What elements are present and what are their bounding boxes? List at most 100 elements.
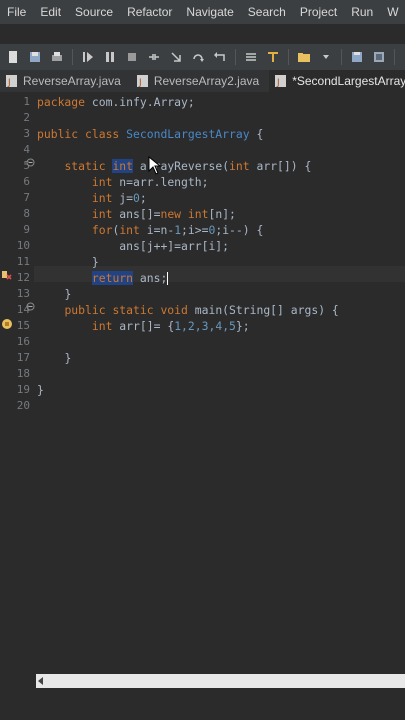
code-token: SecondLargestArray [126, 127, 250, 141]
code-token: } [64, 351, 72, 365]
console-icon[interactable] [370, 48, 388, 66]
menu-navigate[interactable]: Navigate [179, 0, 240, 24]
code-token: for [91, 223, 113, 237]
line-number: 7 [23, 191, 30, 204]
line-number: 17 [16, 351, 30, 364]
code-token: j= [112, 191, 134, 205]
code-line-13: } [37, 286, 71, 302]
menu-edit[interactable]: Edit [33, 0, 68, 24]
line-number: 19 [16, 383, 30, 396]
line-number-gutter: 1 2 3 4 5 6 7 8 9 10 11 12 13 14 15 16 1… [0, 92, 35, 670]
toolbar-separator [394, 49, 395, 65]
tab-label: *SecondLargestArray.java [292, 74, 405, 88]
code-line-17: } [37, 350, 71, 366]
line-number: 6 [23, 175, 30, 188]
warning-marker-icon[interactable] [1, 318, 13, 330]
format-icon[interactable] [242, 48, 260, 66]
code-token: public static void [64, 303, 188, 317]
terminate-icon[interactable] [123, 48, 141, 66]
menu-refactor[interactable]: Refactor [120, 0, 179, 24]
code-editor[interactable]: 1 2 3 4 5 6 7 8 9 10 11 12 13 14 15 16 1… [0, 92, 405, 670]
code-line-1: package com.infy.Array; [37, 94, 195, 110]
status-area [0, 688, 405, 720]
code-line-10: ans[j++]=arr[i]; [37, 238, 229, 254]
debug-icon[interactable] [401, 48, 405, 66]
code-token: arr[]) { [249, 159, 312, 173]
tab-second-largest-array[interactable]: J *SecondLargestArray.java [269, 70, 405, 92]
code-line-19: } [37, 382, 44, 398]
code-token: int [91, 207, 113, 221]
code-token: main(String[] args) { [187, 303, 339, 317]
code-token: } [37, 383, 44, 397]
code-token: package [37, 95, 86, 109]
code-token: 0 [133, 191, 140, 205]
code-token: public class [37, 127, 120, 141]
resume-icon[interactable] [79, 48, 97, 66]
step-into-icon[interactable] [167, 48, 185, 66]
code-line-6: int n=arr.length; [37, 174, 209, 190]
disconnect-icon[interactable] [145, 48, 163, 66]
toolbar-separator [72, 49, 73, 65]
error-marker-icon[interactable] [1, 269, 13, 281]
menu-run[interactable]: Run [344, 0, 380, 24]
editor-tab-bar: J ReverseArray.java J ReverseArray2.java… [0, 70, 405, 93]
mouse-cursor-icon [148, 156, 162, 175]
step-return-icon[interactable] [211, 48, 229, 66]
selected-token: return [91, 271, 134, 285]
line-number: 1 [23, 95, 30, 108]
code-line-15: int arr[]= {1,2,3,4,5}; [37, 318, 250, 334]
menu-project[interactable]: Project [293, 0, 344, 24]
line-number: 20 [16, 399, 30, 412]
menu-file[interactable]: File [0, 0, 33, 24]
code-token: arr[]= { [112, 319, 175, 333]
save-icon[interactable] [26, 48, 44, 66]
new-file-icon[interactable] [4, 48, 22, 66]
menu-window[interactable]: W [380, 0, 405, 24]
code-token: } [91, 255, 99, 269]
code-token: ans; [133, 271, 168, 285]
code-token: } [64, 287, 72, 301]
code-token: ;i--) { [215, 223, 264, 237]
scroll-left-icon[interactable] [38, 677, 43, 685]
collapse-icon[interactable] [26, 302, 35, 311]
code-token: int [91, 175, 113, 189]
line-number: 10 [16, 239, 30, 252]
save-all-icon[interactable] [348, 48, 366, 66]
dropdown-icon[interactable] [317, 48, 335, 66]
svg-text:J: J [276, 78, 280, 87]
line-number: 4 [23, 143, 30, 156]
toolbar-separator [288, 49, 289, 65]
code-line-11: } [37, 254, 99, 270]
code-token: 1,2,3,4,5 [174, 319, 236, 333]
print-icon[interactable] [48, 48, 66, 66]
code-line-8: int ans[]=new int[n]; [37, 206, 236, 222]
open-folder-icon[interactable] [295, 48, 313, 66]
toolbar-separator [341, 49, 342, 65]
menu-source[interactable]: Source [68, 0, 120, 24]
code-line-5: static int arrayReverse(int arr[]) { [37, 158, 311, 174]
mark-occurrences-icon[interactable] [264, 48, 282, 66]
tab-reverse-array2[interactable]: J ReverseArray2.java [131, 70, 269, 92]
code-token: com.infy.Array; [85, 95, 195, 109]
code-token: int [91, 319, 113, 333]
step-over-icon[interactable] [189, 48, 207, 66]
code-token: ans[]= [112, 207, 161, 221]
code-line-7: int j=0; [37, 190, 147, 206]
menu-search[interactable]: Search [241, 0, 293, 24]
code-token: i=n- [139, 223, 175, 237]
collapse-icon[interactable] [26, 158, 35, 167]
code-line-14: public static void main(String[] args) { [37, 302, 339, 318]
code-line-3: public class SecondLargestArray { [37, 126, 263, 142]
line-number: 11 [16, 255, 30, 268]
suspend-icon[interactable] [101, 48, 119, 66]
line-number: 2 [23, 111, 30, 124]
java-file-icon: J [6, 75, 17, 87]
horizontal-scrollbar[interactable] [36, 674, 405, 688]
text-cursor [167, 272, 169, 285]
tab-label: ReverseArray.java [23, 74, 121, 88]
code-token: int [229, 159, 250, 173]
tab-reverse-array[interactable]: J ReverseArray.java [0, 70, 131, 92]
code-token: n=arr.length; [112, 175, 209, 189]
code-token: int [119, 223, 140, 237]
line-number: 3 [23, 127, 30, 140]
